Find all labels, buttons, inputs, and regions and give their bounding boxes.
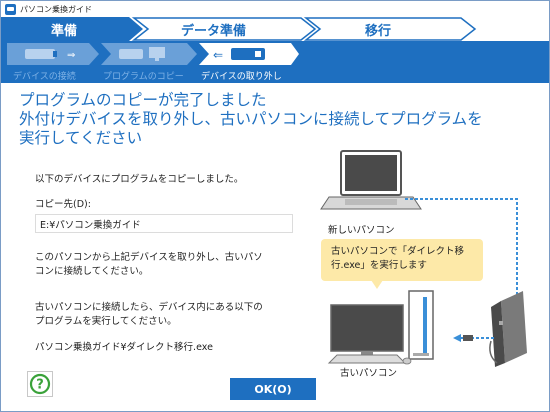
page-heading: プログラムのコピーが完了しました 外付けデバイスを取り外し、古いパソコンに接続し… (19, 91, 539, 148)
old-pc-label: 古いパソコン (340, 368, 398, 379)
new-pc-label: 新しいパソコン (328, 225, 395, 236)
remove-line-2: コンに接続してください。 (35, 266, 149, 277)
window-title: パソコン乗換ガイド (20, 4, 92, 14)
program-path: パソコン乗換ガイド¥ダイレクト移行.exe (35, 342, 213, 353)
steps-bar: 準備 データ準備 移行 (1, 17, 549, 41)
new-laptop-icon (320, 150, 422, 210)
substep-label-copy: プログラムのコピー (103, 72, 184, 82)
help-button[interactable]: ? (27, 371, 53, 397)
help-icon: ? (29, 373, 51, 395)
copied-message: 以下のデバイスにプログラムをコピーしました。 (35, 174, 244, 185)
title-bar: パソコン乗換ガイド (1, 1, 549, 17)
heading-line-1: プログラムのコピーが完了しました (19, 91, 267, 109)
substeps-bar: ⇒ ⇐ デバイスの接続 プログラムのコピー デバイスの取り外し (1, 41, 549, 83)
help-symbol: ? (36, 378, 44, 393)
remove-line-1: このパソコンから上記デバイスを取り外し、古いパソ (35, 252, 263, 263)
steps-arrows (1, 17, 477, 41)
dest-label: コピー先(D): (35, 199, 91, 210)
callout-line-2: 行.exe」を実行します (331, 260, 427, 271)
usb-copy-icon (119, 49, 143, 59)
old-monitor-icon (327, 304, 412, 365)
usb-device-icon (25, 49, 55, 59)
monitor-icon (149, 47, 165, 58)
step-label-prepare: 準備 (51, 24, 78, 39)
app-icon (5, 3, 16, 15)
step-label-data-prepare: データ準備 (181, 24, 247, 39)
external-device-icon (491, 291, 527, 367)
svg-text:⇒: ⇒ (67, 50, 75, 61)
callout-line-1: 古いパソコンで「ダイレクト移 (331, 246, 465, 257)
old-pc-tower-icon (408, 290, 434, 360)
usb-plug-icon (53, 51, 57, 57)
app-window: パソコン乗換ガイド 準備 データ準備 移行 ⇒ ⇐ デバイスの接続 プログラムの… (0, 0, 550, 412)
run-instruction: 古いパソコンに接続したら、デバイス内にある以下の プログラムを実行してください。 (35, 301, 263, 329)
run-line-1: 古いパソコンに接続したら、デバイス内にある以下の (35, 302, 263, 313)
substep-label-remove: デバイスの取り外し (201, 72, 282, 82)
dest-path-field[interactable] (35, 214, 293, 233)
step-label-migrate: 移行 (365, 24, 392, 39)
ok-button[interactable]: OK(O) (230, 378, 316, 400)
heading-line-2: 外付けデバイスを取り外し、古いパソコンに接続してプログラムを (19, 110, 483, 128)
callout-bubble: 古いパソコンで「ダイレクト移 行.exe」を実行します (321, 239, 483, 289)
run-line-2: プログラムを実行してください。 (35, 316, 177, 327)
arrow-left-icon: ⇐ (213, 48, 223, 62)
substep-label-connect: デバイスの接続 (13, 72, 76, 82)
arrow-left-icon (453, 334, 461, 342)
remove-instruction: このパソコンから上記デバイスを取り外し、古いパソ コンに接続してください。 (35, 251, 263, 279)
